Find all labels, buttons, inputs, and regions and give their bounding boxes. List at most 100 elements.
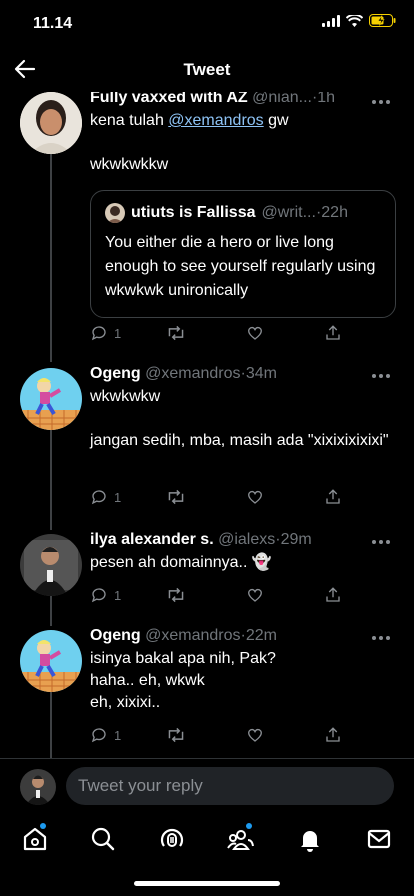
avatar[interactable] <box>20 630 82 692</box>
timestamp: 34m <box>245 365 277 382</box>
share-button[interactable] <box>324 488 342 506</box>
handle[interactable]: @xemandros <box>145 365 240 382</box>
tweet-text: pesen ah domainnya.. 👻 <box>90 554 272 571</box>
share-button[interactable] <box>324 586 342 604</box>
messages-icon[interactable] <box>364 824 394 854</box>
bottom-tab-bar <box>0 816 414 866</box>
reply-icon <box>91 326 106 341</box>
notification-dot <box>40 823 46 829</box>
more-options-icon[interactable] <box>370 532 392 552</box>
reply-button[interactable]: 1 <box>90 586 121 604</box>
reply-count: 1 <box>114 727 122 743</box>
tweet-actions: 1 <box>90 586 414 606</box>
tweet[interactable]: ilya alexander s. @ialexs·29m pesen ah d… <box>0 531 414 614</box>
notification-dot <box>246 823 252 829</box>
battery-charging-icon <box>369 14 396 32</box>
heart-icon <box>247 728 263 742</box>
share-icon <box>326 489 340 504</box>
tweet-meta: Ogeng @xemandros·34m <box>90 364 396 384</box>
retweet-icon <box>168 727 184 743</box>
reply-count: 1 <box>114 587 122 603</box>
tweet-actions: 1 <box>90 726 414 746</box>
more-options-icon[interactable] <box>370 628 392 648</box>
retweet-button[interactable] <box>166 488 186 506</box>
like-button[interactable] <box>246 586 264 604</box>
tweet-text-part: gw <box>263 112 289 129</box>
heart-icon <box>247 588 263 602</box>
avatar[interactable] <box>20 534 82 596</box>
tweet-meta: ilya alexander s. @ialexs·29m <box>90 530 396 550</box>
quoted-handle: @writ... <box>261 204 316 221</box>
communities-icon[interactable] <box>226 824 256 854</box>
quoted-timestamp: 22h <box>321 204 348 221</box>
display-name[interactable]: Fully vaxxed with AZ <box>90 92 248 106</box>
mention-link[interactable]: @xemandros <box>168 112 263 129</box>
handle[interactable]: @nian... <box>252 92 312 106</box>
reply-input[interactable]: Tweet your reply <box>66 767 394 805</box>
tweet[interactable]: Fully vaxxed with AZ @nian...·1h kena tu… <box>0 92 414 362</box>
avatar[interactable] <box>20 368 82 430</box>
status-bar: 11.14 <box>0 0 414 48</box>
more-options-icon[interactable] <box>370 366 392 386</box>
quoted-avatar <box>105 203 125 223</box>
reply-count: 1 <box>114 489 122 505</box>
notifications-icon[interactable] <box>295 824 325 854</box>
retweet-icon <box>168 587 184 603</box>
handle[interactable]: @xemandros <box>145 627 240 644</box>
quoted-tweet[interactable]: utiuts is Fallissa @writ...·22h You eith… <box>90 190 396 318</box>
retweet-button[interactable] <box>166 726 186 744</box>
search-icon[interactable] <box>88 824 118 854</box>
reply-button[interactable]: 1 <box>90 488 121 506</box>
reply-composer: Tweet your reply <box>0 758 414 817</box>
page-title: Tweet <box>183 60 231 79</box>
share-icon <box>326 727 340 742</box>
timestamp: 1h <box>317 92 336 106</box>
reply-icon <box>91 490 106 505</box>
tweet-text: isinya bakal apa nih, Pak? haha.. eh, wk… <box>90 650 276 711</box>
reply-icon <box>91 588 106 603</box>
header: Tweet <box>0 48 414 92</box>
tweet-thread[interactable]: Fully vaxxed with AZ @nian...·1h kena tu… <box>0 92 414 758</box>
reply-button[interactable]: 1 <box>90 324 121 342</box>
quoted-display-name: utiuts is Fallissa <box>131 204 256 221</box>
tweet-meta: Ogeng @xemandros·22m <box>90 626 396 646</box>
wifi-icon <box>345 13 364 32</box>
tweet-text: wkwkwkkw <box>90 156 169 173</box>
like-button[interactable] <box>246 726 264 744</box>
timestamp: 29m <box>280 531 312 548</box>
tweet-text-part: kena tulah <box>90 112 169 129</box>
heart-icon <box>247 326 263 340</box>
like-button[interactable] <box>246 488 264 506</box>
status-time: 11.14 <box>33 15 73 32</box>
avatar[interactable] <box>20 92 82 154</box>
spaces-icon[interactable] <box>157 824 187 854</box>
handle[interactable]: @ialexs <box>218 531 275 548</box>
tweet-text: wkwkwkw jangan sedih, mba, masih ada "xi… <box>90 388 389 449</box>
home-indicator[interactable] <box>134 881 280 886</box>
timestamp: 22m <box>245 627 277 644</box>
reply-button[interactable]: 1 <box>90 726 121 744</box>
retweet-icon <box>168 489 184 505</box>
tweet-actions: 1 <box>90 324 414 344</box>
reply-icon <box>91 728 106 743</box>
retweet-button[interactable] <box>166 324 186 342</box>
share-button[interactable] <box>324 726 342 744</box>
share-icon <box>326 587 340 602</box>
display-name[interactable]: Ogeng <box>90 365 141 382</box>
display-name[interactable]: Ogeng <box>90 627 141 644</box>
tweet[interactable]: Ogeng @xemandros·22m isinya bakal apa ni… <box>0 627 414 750</box>
user-avatar <box>20 769 56 805</box>
display-name[interactable]: ilya alexander s. <box>90 531 214 548</box>
signal-icon <box>322 14 340 32</box>
share-button[interactable] <box>324 324 342 342</box>
like-button[interactable] <box>246 324 264 342</box>
reply-count: 1 <box>114 325 122 341</box>
home-icon[interactable] <box>20 824 50 854</box>
more-options-icon[interactable] <box>370 92 392 112</box>
tweet-text: kena tulah @xemandros gw <box>90 110 396 132</box>
tweet-meta: Fully vaxxed with AZ @nian...·1h <box>90 92 396 108</box>
share-icon <box>326 325 340 340</box>
tweet[interactable]: Ogeng @xemandros·34m wkwkwkw jangan sedi… <box>0 365 414 508</box>
retweet-button[interactable] <box>166 586 186 604</box>
retweet-icon <box>168 325 184 341</box>
